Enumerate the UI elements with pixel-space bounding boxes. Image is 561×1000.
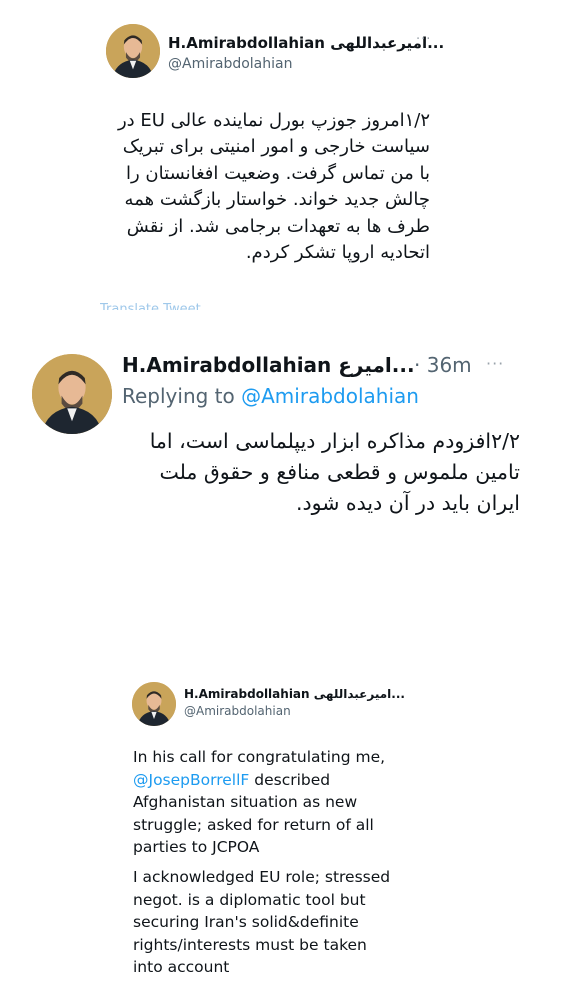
- more-options-icon[interactable]: ···: [486, 354, 504, 373]
- tweet-card-1: H.Amirabdollahian ...امیرعبداللهی ··· @A…: [0, 0, 561, 340]
- person-portrait-icon: [106, 24, 160, 78]
- display-name[interactable]: H.Amirabdollahian ...امیرعبداللهی: [184, 687, 405, 701]
- tweet-text: ۱/۲امروز جوزپ بورل نماینده عالی EU در سی…: [117, 110, 430, 264]
- display-name-suffix: ...امیرع: [338, 353, 415, 377]
- display-name[interactable]: H.Amirabdollahian ...امیرع: [122, 353, 415, 377]
- tweet-text: ۲/۲افزودم مذاکره ابزار دیپلماسی است، اما…: [149, 429, 520, 515]
- display-name-latin: H.Amirabdollahian: [184, 687, 310, 701]
- tweet-text-paragraph-1: In his call for congratulating me, @Josep…: [133, 746, 433, 859]
- replying-to-handle-link[interactable]: @Amirabdolahian: [241, 384, 419, 408]
- replying-to-label: Replying to: [122, 384, 235, 408]
- person-portrait-icon: [32, 354, 112, 434]
- more-options-icon[interactable]: ···: [416, 32, 431, 47]
- display-name-suffix: ...امیرعبداللهی: [313, 687, 405, 701]
- user-handle[interactable]: @Amirabdolahian: [168, 56, 292, 72]
- tweet-card-2: H.Amirabdollahian ...امیرع · 36m ··· Rep…: [0, 340, 561, 540]
- avatar[interactable]: [132, 682, 176, 726]
- tweet-text-paragraph-2: I acknowledged EU role; stressed negot. …: [133, 868, 391, 976]
- person-portrait-icon: [132, 682, 176, 726]
- translate-tweet-link[interactable]: Translate Tweet: [100, 302, 201, 310]
- avatar[interactable]: [32, 354, 112, 434]
- avatar[interactable]: [106, 24, 160, 78]
- tweet-card-3: H.Amirabdollahian ...امیرعبداللهی @Amira…: [0, 672, 561, 1000]
- replying-to-line: Replying to @Amirabdolahian: [122, 384, 419, 408]
- mention-link[interactable]: @JosepBorrellF: [133, 771, 249, 789]
- display-name-latin: H.Amirabdollahian: [168, 34, 325, 52]
- tweet-text-prefix: In his call for congratulating me,: [133, 748, 386, 766]
- display-name[interactable]: H.Amirabdollahian ...امیرعبداللهی: [168, 34, 444, 52]
- tweet-timestamp[interactable]: · 36m: [414, 353, 472, 377]
- display-name-latin: H.Amirabdollahian: [122, 353, 332, 377]
- user-handle[interactable]: @Amirabdolahian: [184, 704, 291, 718]
